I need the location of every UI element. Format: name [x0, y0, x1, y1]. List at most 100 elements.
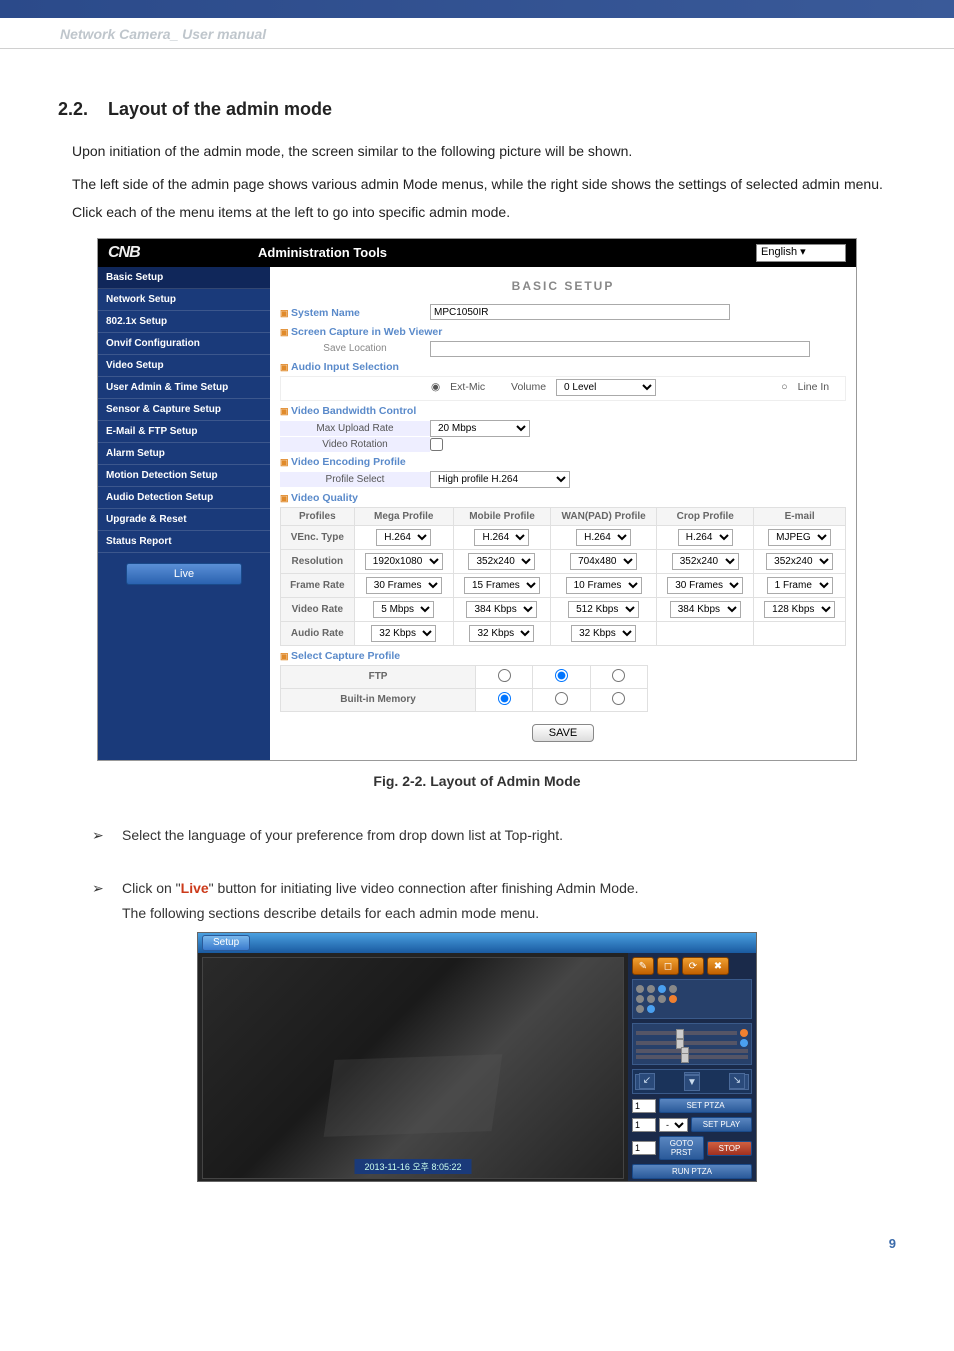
dpad-down-left[interactable]: ↙	[639, 1073, 655, 1089]
col-wan: WAN(PAD) Profile	[551, 507, 657, 525]
status-panel	[632, 979, 752, 1019]
save-location-input[interactable]	[430, 341, 810, 357]
venc-mobile[interactable]: H.264	[474, 529, 529, 546]
mem-radio-3[interactable]	[612, 692, 625, 705]
fr-mobile[interactable]: 15 Frames	[464, 577, 540, 594]
fr-mega[interactable]: 30 Frames	[366, 577, 442, 594]
admin-title: Administration Tools	[258, 245, 756, 260]
vr-email[interactable]: 128 Kbps	[764, 601, 835, 618]
venc-crop[interactable]: H.264	[678, 529, 733, 546]
ftp-radio-3[interactable]	[612, 669, 625, 682]
max-upload-label: Max Upload Rate	[280, 421, 430, 436]
max-upload-select[interactable]: 20 Mbps	[430, 420, 530, 437]
sidebar-item-status-report[interactable]: Status Report	[98, 531, 270, 553]
vr-crop[interactable]: 384 Kbps	[670, 601, 741, 618]
page-number: 9	[0, 1202, 954, 1271]
res-mega[interactable]: 1920x1080	[365, 553, 443, 570]
fr-crop[interactable]: 30 Frames	[667, 577, 743, 594]
ext-mic-radio[interactable]: ◉	[431, 381, 440, 393]
fr-email[interactable]: 1 Frame	[767, 577, 833, 594]
sidebar-item-onvif-config[interactable]: Onvif Configuration	[98, 333, 270, 355]
venc-mega[interactable]: H.264	[376, 529, 431, 546]
sidebar-item-upgrade-reset[interactable]: Upgrade & Reset	[98, 509, 270, 531]
bullet-2-text: Click on "Live" button for initiating li…	[122, 876, 896, 926]
ar-wan[interactable]: 32 Kbps	[571, 625, 636, 642]
preset-input-1[interactable]	[632, 1099, 656, 1113]
slider-dot-2[interactable]	[740, 1039, 748, 1047]
sidebar-item-sensor-capture[interactable]: Sensor & Capture Setup	[98, 399, 270, 421]
video-rotation-checkbox[interactable]	[430, 438, 443, 451]
set-ptz-button[interactable]: SET PTZA	[659, 1098, 752, 1113]
sidebar-item-network-setup[interactable]: Network Setup	[98, 289, 270, 311]
vr-wan[interactable]: 512 Kbps	[568, 601, 639, 618]
live-button[interactable]: Live	[126, 563, 242, 585]
vr-mobile[interactable]: 384 Kbps	[466, 601, 537, 618]
profile-select[interactable]: High profile H.264	[430, 471, 570, 488]
slider-2[interactable]	[636, 1041, 737, 1045]
vr-mega[interactable]: 5 Mbps	[373, 601, 434, 618]
live-keyword: Live	[181, 880, 209, 896]
sidebar-item-8021x-setup[interactable]: 802.1x Setup	[98, 311, 270, 333]
ftp-radio-2[interactable]	[555, 669, 568, 682]
bullet-2: ➢ Click on "Live" button for initiating …	[92, 876, 896, 926]
video-rotation-label: Video Rotation	[280, 437, 430, 452]
language-value: English	[761, 246, 797, 258]
mem-radio-2[interactable]	[555, 692, 568, 705]
audio-input-label: Audio Input Selection	[280, 357, 846, 376]
res-email[interactable]: 352x240	[766, 553, 833, 570]
sidebar-item-email-ftp[interactable]: E-Mail & FTP Setup	[98, 421, 270, 443]
set-play-button[interactable]: SET PLAY	[691, 1117, 752, 1132]
sidebar-item-audio-detection[interactable]: Audio Detection Setup	[98, 487, 270, 509]
venc-wan[interactable]: H.264	[576, 529, 631, 546]
save-button[interactable]: SAVE	[532, 724, 595, 742]
dpad-down-right[interactable]: ↘	[729, 1073, 745, 1089]
res-mobile[interactable]: 352x240	[468, 553, 535, 570]
ext-mic-label: Ext-Mic	[450, 381, 485, 393]
row-vr-label: Video Rate	[281, 597, 355, 621]
tool-icon-2[interactable]: ◻	[657, 957, 679, 975]
system-name-input[interactable]	[430, 304, 730, 320]
dpad-down[interactable]: ▼	[684, 1075, 700, 1091]
bullet-2-line2: The following sections describe details …	[122, 901, 896, 926]
slider-dot-1[interactable]	[740, 1029, 748, 1037]
sidebar-item-video-setup[interactable]: Video Setup	[98, 355, 270, 377]
live-icon-row: ✎ ◻ ⟳ ✖	[632, 957, 752, 975]
line-in-radio[interactable]: ○	[781, 381, 787, 393]
sidebar-item-motion-detection[interactable]: Motion Detection Setup	[98, 465, 270, 487]
video-quality-table: Profiles Mega Profile Mobile Profile WAN…	[280, 507, 846, 646]
ar-mega[interactable]: 32 Kbps	[371, 625, 436, 642]
stop-button[interactable]: STOP	[707, 1141, 752, 1156]
slider-1[interactable]	[636, 1031, 737, 1035]
run-ptz-button[interactable]: RUN PTZA	[632, 1164, 752, 1179]
page-top-bar	[0, 0, 954, 18]
language-select[interactable]: English ▾	[756, 244, 846, 262]
preset-select[interactable]: -	[659, 1118, 688, 1132]
sidebar-item-alarm-setup[interactable]: Alarm Setup	[98, 443, 270, 465]
sidebar-item-basic-setup[interactable]: Basic Setup	[98, 267, 270, 289]
setup-button[interactable]: Setup	[202, 935, 250, 951]
bullet-2-pre: Click on "	[122, 880, 181, 896]
ar-mobile[interactable]: 32 Kbps	[469, 625, 534, 642]
admin-main: BASIC SETUP System Name Screen Capture i…	[270, 267, 856, 760]
mem-radio-1[interactable]	[498, 692, 511, 705]
preset-input-3[interactable]	[632, 1141, 656, 1155]
goto-preset-button[interactable]: GOTO PRST	[659, 1136, 704, 1160]
ftp-radio-1[interactable]	[498, 669, 511, 682]
volume-select[interactable]: 0 Level	[556, 379, 656, 396]
ftp-label: FTP	[281, 665, 476, 688]
sidebar-item-user-admin-time[interactable]: User Admin & Time Setup	[98, 377, 270, 399]
live-video-area: 2013-11-16 오후 8:05:22	[202, 957, 624, 1179]
fr-wan[interactable]: 10 Frames	[566, 577, 642, 594]
row-ar-label: Audio Rate	[281, 621, 355, 645]
res-wan[interactable]: 704x480	[570, 553, 637, 570]
preset-input-2[interactable]	[632, 1118, 656, 1132]
slider-3[interactable]	[636, 1049, 748, 1053]
tool-icon-4[interactable]: ✖	[707, 957, 729, 975]
preset-row-1: SET PTZA	[632, 1098, 752, 1113]
res-crop[interactable]: 352x240	[672, 553, 739, 570]
bullet-2-post: " button for initiating live video conne…	[209, 880, 639, 896]
venc-email[interactable]: MJPEG	[768, 529, 831, 546]
tool-icon-1[interactable]: ✎	[632, 957, 654, 975]
tool-icon-3[interactable]: ⟳	[682, 957, 704, 975]
slider-4[interactable]	[636, 1055, 748, 1059]
